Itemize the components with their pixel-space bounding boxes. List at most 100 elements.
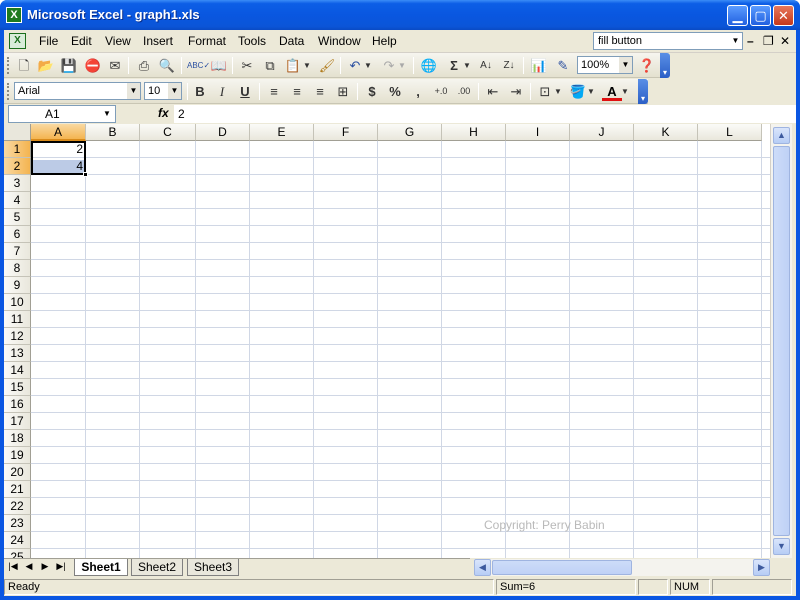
percent-button[interactable]: % xyxy=(385,82,405,101)
chevron-down-icon[interactable]: ▼ xyxy=(168,83,181,99)
title-bar[interactable]: X Microsoft Excel - graph1.xls ▁ ▢ ✕ xyxy=(0,0,800,30)
autosum-icon[interactable]: Σ xyxy=(444,56,464,75)
tab-sheet1[interactable]: Sheet1 xyxy=(74,559,128,576)
scroll-right-icon[interactable]: ▶ xyxy=(753,559,770,576)
menu-data[interactable]: Data xyxy=(279,34,304,48)
close-button[interactable]: ✕ xyxy=(773,5,794,26)
column-header-K[interactable]: K xyxy=(634,124,698,141)
column-header-D[interactable]: D xyxy=(196,124,250,141)
bold-button[interactable]: B xyxy=(190,82,210,101)
row-header-7[interactable]: 7 xyxy=(4,243,31,260)
column-header-F[interactable]: F xyxy=(314,124,378,141)
chevron-down-icon[interactable]: ▼ xyxy=(101,106,113,122)
column-header-C[interactable]: C xyxy=(140,124,196,141)
column-header-I[interactable]: I xyxy=(506,124,570,141)
select-all-button[interactable] xyxy=(4,124,31,141)
scroll-down-icon[interactable]: ▼ xyxy=(773,538,790,555)
decrease-decimal-button[interactable]: .00 xyxy=(454,82,474,101)
menu-window[interactable]: Window xyxy=(318,34,361,48)
first-sheet-icon[interactable]: |◀ xyxy=(6,561,20,572)
comma-button[interactable]: , xyxy=(408,82,428,101)
toolbar-grip[interactable] xyxy=(7,57,10,74)
vertical-scroll-thumb[interactable] xyxy=(773,146,790,536)
italic-button[interactable]: I xyxy=(212,82,232,101)
horizontal-scrollbar[interactable]: ◀ ▶ xyxy=(474,559,770,576)
spelling-icon[interactable]: ABC✓ xyxy=(187,56,210,75)
chevron-down-icon[interactable]: ▼ xyxy=(553,82,563,101)
increase-indent-icon[interactable]: ⇥ xyxy=(506,82,526,101)
chart-wizard-icon[interactable]: 📊 xyxy=(529,56,549,75)
chevron-down-icon[interactable]: ▼ xyxy=(729,33,742,49)
email-icon[interactable]: ✉ xyxy=(105,56,125,75)
row-header-19[interactable]: 19 xyxy=(4,447,31,464)
toolbar-options-icon[interactable]: ▾ xyxy=(660,53,670,78)
row-header-15[interactable]: 15 xyxy=(4,379,31,396)
copy-icon[interactable]: ⧉ xyxy=(260,56,280,75)
print-icon[interactable]: ⎙ xyxy=(134,56,154,75)
chevron-down-icon[interactable]: ▼ xyxy=(619,57,632,73)
minimize-button[interactable]: ▁ xyxy=(727,5,748,26)
cell-A2[interactable]: 4 xyxy=(31,158,86,174)
formula-input[interactable]: 2 xyxy=(174,105,796,123)
borders-icon[interactable]: ⊡ xyxy=(535,82,555,101)
font-select[interactable]: Arial ▼ xyxy=(14,82,141,100)
font-size-select[interactable]: 10 ▼ xyxy=(144,82,182,100)
row-header-11[interactable]: 11 xyxy=(4,311,31,328)
row-header-8[interactable]: 8 xyxy=(4,260,31,277)
toolbar-options-icon[interactable]: ▾ xyxy=(638,79,648,104)
help-icon[interactable]: ❓ xyxy=(637,56,657,75)
chevron-down-icon[interactable]: ▼ xyxy=(462,56,472,75)
row-header-12[interactable]: 12 xyxy=(4,328,31,345)
underline-button[interactable]: U xyxy=(235,82,255,101)
sort-descending-icon[interactable]: Z↓ xyxy=(499,56,519,75)
chevron-down-icon[interactable]: ▼ xyxy=(302,56,312,75)
paste-icon[interactable]: 📋 xyxy=(283,56,303,75)
cut-icon[interactable]: ✂ xyxy=(237,56,257,75)
menu-view[interactable]: View xyxy=(105,34,131,48)
row-header-25[interactable]: 25 xyxy=(4,549,31,558)
chevron-down-icon[interactable]: ▼ xyxy=(586,82,596,101)
column-header-L[interactable]: L xyxy=(698,124,762,141)
decrease-indent-icon[interactable]: ⇤ xyxy=(483,82,503,101)
print-preview-icon[interactable]: 🔍 xyxy=(157,56,177,75)
vertical-scrollbar[interactable]: ▲ ▼ xyxy=(770,124,792,558)
menu-edit[interactable]: Edit xyxy=(71,34,92,48)
row-header-2[interactable]: 2 xyxy=(4,158,31,175)
cell-area[interactable] xyxy=(31,141,770,558)
permission-icon[interactable]: ⛔ xyxy=(83,56,103,75)
last-sheet-icon[interactable]: ▶| xyxy=(54,561,68,572)
insert-function-icon[interactable]: fx xyxy=(158,106,169,120)
menu-insert[interactable]: Insert xyxy=(143,34,173,48)
doc-close-icon[interactable]: ✕ xyxy=(780,34,790,48)
new-icon[interactable]: 🗋 xyxy=(14,56,34,75)
menu-help[interactable]: Help xyxy=(372,34,397,48)
column-header-J[interactable]: J xyxy=(570,124,634,141)
row-header-24[interactable]: 24 xyxy=(4,532,31,549)
name-box[interactable]: A1 ▼ xyxy=(8,105,116,123)
sort-ascending-icon[interactable]: A↓ xyxy=(476,56,496,75)
scroll-up-icon[interactable]: ▲ xyxy=(773,127,790,144)
row-header-13[interactable]: 13 xyxy=(4,345,31,362)
row-header-10[interactable]: 10 xyxy=(4,294,31,311)
prev-sheet-icon[interactable]: ◀ xyxy=(22,561,36,572)
align-left-icon[interactable]: ≡ xyxy=(264,82,284,101)
row-header-14[interactable]: 14 xyxy=(4,362,31,379)
row-header-4[interactable]: 4 xyxy=(4,192,31,209)
merge-center-icon[interactable]: ⊞ xyxy=(333,82,353,101)
cell-A1[interactable]: 2 xyxy=(31,141,86,157)
column-header-H[interactable]: H xyxy=(442,124,506,141)
horizontal-scroll-thumb[interactable] xyxy=(492,560,632,575)
column-header-B[interactable]: B xyxy=(86,124,140,141)
doc-minimize-icon[interactable]: – xyxy=(747,34,754,48)
row-header-23[interactable]: 23 xyxy=(4,515,31,532)
menu-format[interactable]: Format xyxy=(188,34,226,48)
open-icon[interactable]: 📂 xyxy=(36,56,56,75)
chevron-down-icon[interactable]: ▼ xyxy=(363,56,373,75)
undo-icon[interactable]: ↶ xyxy=(345,56,365,75)
menu-file[interactable]: File xyxy=(39,34,58,48)
row-header-5[interactable]: 5 xyxy=(4,209,31,226)
row-header-20[interactable]: 20 xyxy=(4,464,31,481)
menu-tools[interactable]: Tools xyxy=(238,34,266,48)
tab-sheet2[interactable]: Sheet2 xyxy=(131,559,183,576)
maximize-button[interactable]: ▢ xyxy=(750,5,771,26)
